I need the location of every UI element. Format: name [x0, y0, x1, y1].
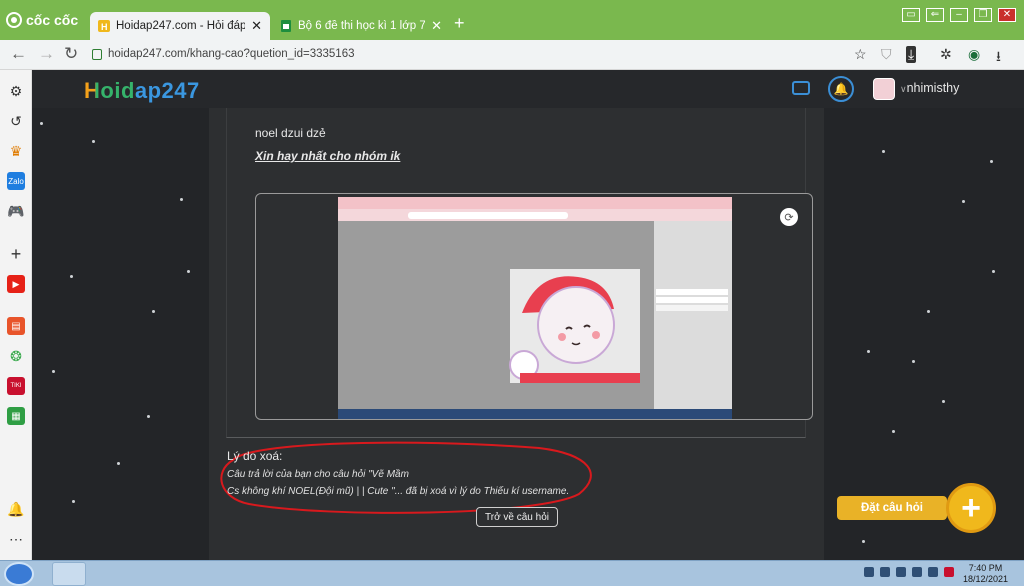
username-text: nhimisthy [906, 81, 960, 95]
reload-icon[interactable]: ↻ [64, 44, 78, 64]
notification-bell-icon[interactable]: 🔔 [7, 500, 25, 518]
clock-time: 7:40 PM [968, 563, 1003, 573]
avatar[interactable] [873, 78, 895, 100]
user-menu-chevron-icon: ∨ [900, 84, 907, 94]
youtube-icon[interactable]: ▶ [7, 275, 25, 293]
tray-network-icon[interactable] [880, 567, 890, 577]
ask-question-label[interactable]: Đặt câu hỏi [837, 496, 947, 520]
tab-hoidap247[interactable]: H Hoidap247.com - Hỏi đáp on ✕ [90, 12, 270, 40]
settings-icon[interactable]: ⚙ [7, 82, 25, 100]
shopping-icon[interactable]: ▤ [7, 317, 25, 335]
removal-reason-title: Lý do xoá: [227, 449, 283, 463]
crown-icon[interactable]: ♛ [7, 142, 25, 160]
removal-reason-text: Câu trả lời của bạn cho câu hỏi "Vẽ Mầm … [227, 466, 587, 500]
extensions-icon[interactable]: ✲ [940, 46, 952, 63]
maximize-icon[interactable]: ❐ [974, 8, 992, 22]
username-label[interactable]: ∨nhimisthy [900, 81, 959, 95]
sheets-app-icon[interactable]: ▦ [7, 407, 25, 425]
browser-sidebar: ⚙ ↺ ♛ Zalo 🎮 + ▶ ▤ ❂ TIKI ▦ 🔔 ⋯ [0, 70, 32, 560]
browser-nav-bar: ← → ↻ hoidap247.com/khang-cao?quetion_id… [0, 40, 1024, 70]
back-arrow-icon[interactable]: ⇐ [926, 8, 944, 22]
new-tab-icon[interactable]: + [454, 13, 465, 34]
zalo-icon[interactable]: Zalo [7, 172, 25, 190]
windows-taskbar: 7:40 PM 18/12/2021 [0, 560, 1024, 586]
removal-reason-line1: Câu trả lời của bạn cho câu hỏi "Vẽ Mầm [227, 469, 409, 480]
bookmark-star-icon[interactable]: ☆ [854, 46, 867, 63]
close-tab-icon[interactable]: ✕ [431, 18, 442, 34]
tab-bo-de-thi[interactable]: Bộ 6 đề thi học kì 1 lớp 7 mô ✕ [272, 12, 450, 40]
answer-card: noel dzui dzẻ Xin hay nhất cho nhóm ik ⟳ [226, 108, 813, 438]
taskbar-coccoc-icon[interactable] [52, 562, 86, 586]
krita-drawing-image [338, 197, 732, 419]
tiki-xmas-icon[interactable]: TIKI [7, 377, 25, 395]
page-content: Hoidap247 🔔 ∨nhimisthy noel dzui dzẻ Xin… [32, 70, 1024, 560]
answer-request-text: Xin hay nhất cho nhóm ik [255, 149, 401, 163]
minimize-icon[interactable]: – [950, 8, 968, 22]
answer-screenshot-image [338, 197, 732, 419]
gamepad-icon[interactable]: 🎮 [7, 202, 25, 220]
hoidap-favicon-icon: H [98, 20, 110, 32]
answer-text: noel dzui dzẻ [255, 126, 326, 140]
tray-volume-icon[interactable] [912, 567, 922, 577]
ask-question-button[interactable]: + [946, 483, 996, 533]
tray-keyboard-icon[interactable] [864, 567, 874, 577]
chat-icon[interactable] [792, 81, 810, 95]
address-bar[interactable]: hoidap247.com/khang-cao?quetion_id=33351… [92, 43, 842, 65]
lock-icon [92, 48, 102, 60]
removal-reason-line2: Cs không khí NOEL(Đội mũ) | | Cute "... … [227, 486, 570, 497]
history-icon[interactable]: ↺ [7, 112, 25, 130]
tray-bluetooth-icon[interactable] [896, 567, 906, 577]
add-sidebar-icon[interactable]: + [7, 244, 25, 264]
downloads-bar-icon[interactable]: ▭ [902, 8, 920, 22]
close-window-icon[interactable]: ✕ [998, 8, 1016, 22]
window-controls: ▭ ⇐ – ❐ ✕ [902, 8, 1016, 22]
tab-title: Bộ 6 đề thi học kì 1 lớp 7 mô [298, 20, 426, 32]
site-logo-text: Hoidap247 [84, 78, 200, 103]
more-options-icon[interactable]: ⋯ [7, 530, 25, 548]
answer-panel: noel dzui dzẻ Xin hay nhất cho nhóm ik ⟳… [209, 108, 824, 560]
clock-date: 18/12/2021 [962, 574, 1008, 584]
browser-tab-bar: cốc cốc H Hoidap247.com - Hỏi đáp on ✕ B… [0, 0, 1024, 40]
coccoc-logo-icon [6, 12, 22, 28]
url-text: hoidap247.com/khang-cao?quetion_id=33351… [108, 48, 355, 60]
site-header: Hoidap247 🔔 ∨nhimisthy [32, 70, 1024, 108]
extension-game-icon[interactable]: ❂ [7, 347, 25, 365]
svg-text:H: H [101, 22, 108, 32]
tray-vietkey-icon[interactable] [944, 567, 954, 577]
system-tray [864, 567, 954, 577]
sheets-favicon-icon [281, 20, 291, 32]
forward-icon[interactable]: → [38, 44, 55, 64]
download-icon[interactable]: ⤓ [906, 46, 917, 63]
notifications-icon[interactable]: 🔔 [828, 76, 854, 102]
close-tab-icon[interactable]: ✕ [251, 18, 262, 34]
answer-image-frame[interactable]: ⟳ [255, 193, 813, 420]
profile-icon[interactable]: ◉ [968, 46, 980, 63]
brand-label: cốc cốc [26, 12, 79, 28]
hoidap247-logo[interactable]: Hoidap247 [84, 78, 200, 104]
coccoc-brand[interactable]: cốc cốc [6, 12, 78, 28]
download-manager-icon[interactable]: ⭳ [996, 46, 1001, 70]
tab-title: Hoidap247.com - Hỏi đáp on [116, 20, 246, 32]
start-button-icon[interactable] [4, 562, 34, 586]
tray-flag-icon[interactable] [928, 567, 938, 577]
zoom-image-icon[interactable]: ⟳ [780, 208, 798, 226]
back-to-question-button[interactable]: Trở về câu hỏi [476, 507, 558, 527]
taskbar-clock[interactable]: 7:40 PM 18/12/2021 [963, 563, 1008, 585]
shield-icon[interactable]: ⛉ [881, 46, 892, 63]
back-icon[interactable]: ← [10, 44, 27, 64]
